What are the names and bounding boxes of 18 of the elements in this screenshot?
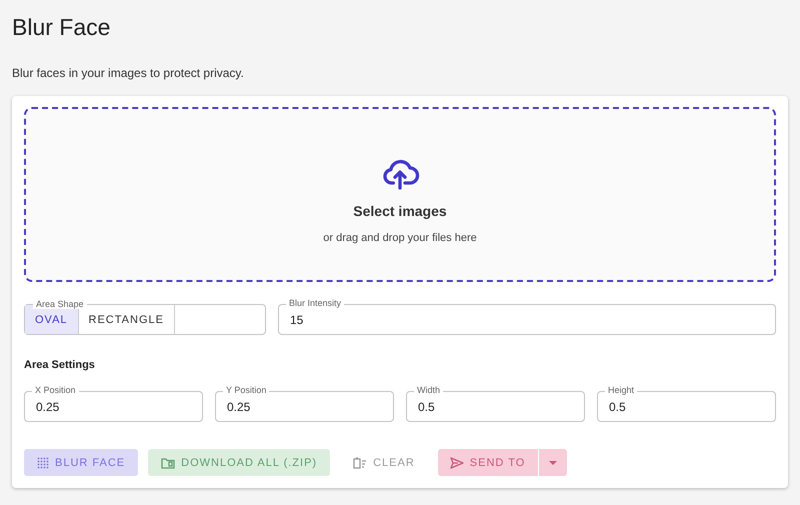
dropzone-hint: or drag and drop your files here	[323, 232, 477, 244]
field-label: Blur Intensity	[286, 298, 344, 308]
folder-icon	[161, 456, 176, 468]
field-label: X Position	[32, 385, 79, 395]
page-description: Blur faces in your images to protect privacy.	[12, 66, 245, 80]
dropzone-title: Select images	[353, 203, 447, 219]
field-label: Y Position	[223, 385, 270, 395]
dot-grid-icon	[37, 456, 49, 468]
caret-icon	[549, 460, 558, 464]
clear-icon	[353, 456, 368, 468]
dropdown-button[interactable]	[539, 449, 568, 476]
dropzone[interactable]: Select images or drag and drop your files here	[24, 107, 776, 282]
section-heading: Area Settings	[24, 359, 96, 371]
page-title: Blur Face	[12, 14, 112, 41]
field-label: Width	[414, 385, 444, 395]
send-icon	[450, 456, 464, 468]
field-label: Height	[605, 385, 638, 395]
field-label: Area Shape	[33, 299, 87, 309]
